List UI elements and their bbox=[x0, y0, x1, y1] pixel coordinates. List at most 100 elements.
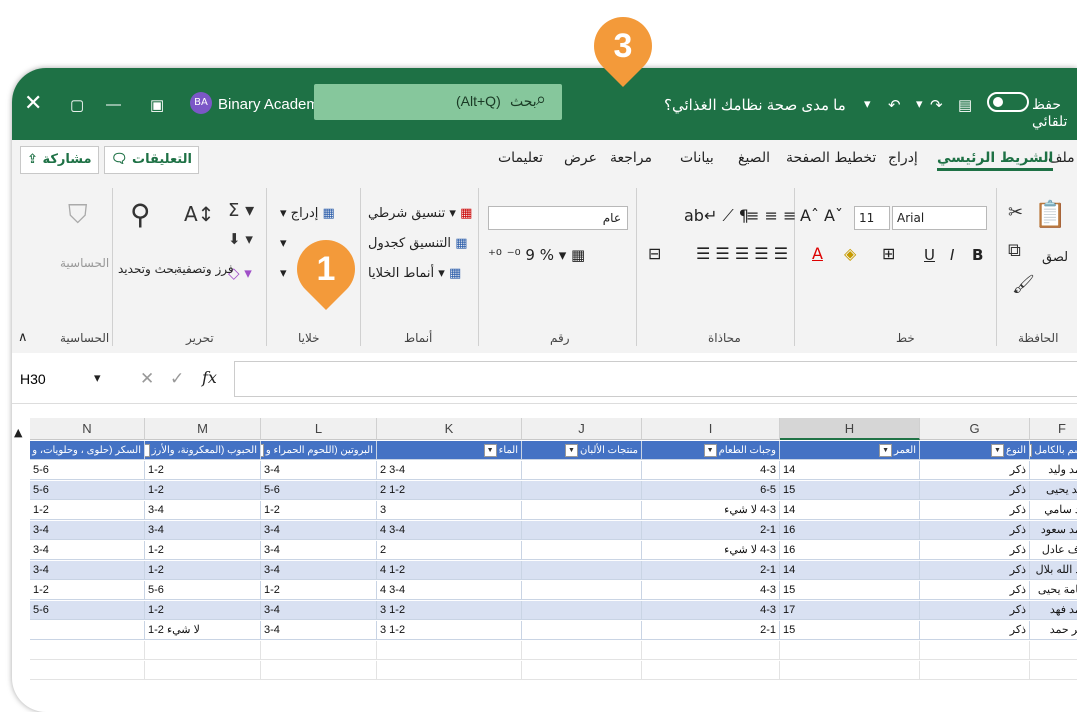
column-header-G[interactable]: G bbox=[920, 418, 1030, 440]
underline-icon[interactable]: U bbox=[924, 246, 935, 264]
table-cell[interactable]: 1-2 bbox=[30, 501, 145, 520]
table-cell[interactable]: 3 1-2 bbox=[377, 621, 522, 640]
column-header-H[interactable]: H bbox=[780, 418, 920, 440]
table-cell[interactable]: 3-4 bbox=[30, 541, 145, 560]
column-header-J[interactable]: J bbox=[522, 418, 642, 440]
sensitivity-button[interactable]: الحساسية bbox=[60, 256, 109, 270]
empty-cell[interactable] bbox=[920, 641, 1030, 660]
empty-cell[interactable] bbox=[522, 641, 642, 660]
sort-filter-icon[interactable]: A↕ bbox=[184, 202, 214, 226]
filter-dropdown-icon[interactable]: ▼ bbox=[1030, 443, 1033, 457]
table-cell[interactable]: جابر حمد bbox=[1030, 621, 1077, 640]
table-cell[interactable]: ذكر bbox=[920, 561, 1030, 580]
filter-dropdown-icon[interactable]: ▼ bbox=[991, 443, 1005, 457]
account-name[interactable]: Binary Academy bbox=[218, 96, 326, 113]
table-cell[interactable] bbox=[522, 521, 642, 540]
table-cell[interactable] bbox=[522, 581, 642, 600]
table-cell[interactable]: ذكر bbox=[920, 521, 1030, 540]
avatar[interactable]: BA bbox=[190, 92, 212, 114]
format-as-table-button[interactable]: التنسيق كجدول ▦ bbox=[368, 236, 467, 251]
table-cell[interactable]: ذكر bbox=[920, 541, 1030, 560]
table-cell[interactable]: 2 bbox=[377, 541, 522, 560]
number-format-icons[interactable]: ⁺⁰ ⁻⁰ 9 % ▾ ▦ bbox=[488, 246, 585, 264]
empty-cell[interactable] bbox=[642, 661, 780, 680]
table-cell[interactable]: 15 bbox=[780, 621, 920, 640]
table-cell[interactable]: ذكر bbox=[920, 461, 1030, 480]
table-cell[interactable]: عبد الله بلال bbox=[1030, 561, 1077, 580]
table-cell[interactable]: 5-6 bbox=[30, 461, 145, 480]
font-color-icon[interactable]: A bbox=[812, 244, 823, 263]
filter-dropdown-icon[interactable]: ▼ bbox=[703, 443, 717, 457]
comments-button[interactable]: 🗨 التعليقات bbox=[104, 146, 199, 174]
font-name-combo[interactable]: Arial bbox=[892, 206, 987, 230]
table-cell[interactable]: 3-4 bbox=[145, 521, 261, 540]
table-cell[interactable]: 3-4 bbox=[261, 621, 377, 640]
table-cell[interactable]: خالد يحيى bbox=[1030, 481, 1077, 500]
customize-qat-icon[interactable]: ▾ bbox=[864, 96, 871, 112]
bold-icon[interactable]: B bbox=[972, 246, 983, 264]
table-cell[interactable]: 4-3 bbox=[642, 461, 780, 480]
empty-cell[interactable] bbox=[145, 641, 261, 660]
find-icon[interactable]: ⚲ bbox=[130, 198, 151, 231]
format-painter-icon[interactable]: 🖌 bbox=[1012, 274, 1035, 295]
table-cell[interactable]: 5-6 bbox=[145, 581, 261, 600]
find-select-label[interactable]: بحث وتحديد bbox=[118, 262, 178, 276]
sensitivity-icon[interactable]: ⛉ bbox=[68, 200, 88, 231]
paste-icon[interactable]: 📋 bbox=[1034, 200, 1066, 230]
copy-icon[interactable]: ⧉ bbox=[1008, 240, 1021, 261]
function-icon[interactable]: fx bbox=[202, 368, 217, 387]
formula-input[interactable] bbox=[234, 361, 1077, 397]
table-cell[interactable]: 5-6 bbox=[30, 481, 145, 500]
number-format-combo[interactable]: عام bbox=[488, 206, 628, 230]
table-header-cell[interactable]: الحبوب (المعكرونة، والأرز▼ bbox=[145, 441, 261, 460]
filter-dropdown-icon[interactable]: ▼ bbox=[145, 443, 150, 457]
table-cell[interactable]: أحمد فهد bbox=[1030, 601, 1077, 620]
filter-dropdown-icon[interactable]: ▼ bbox=[879, 443, 893, 457]
delete-cells-button[interactable]: ▾ bbox=[280, 236, 287, 251]
table-cell[interactable]: 3-4 bbox=[145, 501, 261, 520]
table-cell[interactable] bbox=[522, 501, 642, 520]
table-cell[interactable]: 4 1-2 bbox=[377, 561, 522, 580]
tab-view[interactable]: عرض bbox=[564, 150, 597, 166]
table-cell[interactable] bbox=[522, 541, 642, 560]
empty-cell[interactable] bbox=[522, 661, 642, 680]
filter-dropdown-icon[interactable]: ▼ bbox=[564, 443, 578, 457]
table-cell[interactable]: 14 bbox=[780, 461, 920, 480]
table-cell[interactable]: أحمد وليد bbox=[1030, 461, 1077, 480]
column-header-L[interactable]: L bbox=[261, 418, 377, 440]
font-grow-shrink-icon[interactable]: Aˆ Aˇ bbox=[800, 206, 843, 225]
italic-icon[interactable]: I bbox=[950, 246, 954, 264]
name-box[interactable]: H30 bbox=[12, 363, 122, 395]
table-cell[interactable] bbox=[522, 481, 642, 500]
table-cell[interactable] bbox=[30, 621, 145, 640]
scroll-up-icon[interactable]: ▲ bbox=[14, 426, 22, 439]
empty-cell[interactable] bbox=[145, 661, 261, 680]
insert-cells-button[interactable]: ▾ إدراج ▦ bbox=[280, 206, 335, 221]
table-cell[interactable]: 4-3 لا شيء bbox=[642, 541, 780, 560]
table-cell[interactable]: نواف عادل bbox=[1030, 541, 1077, 560]
table-header-cell[interactable]: الماء▼ bbox=[377, 441, 522, 460]
table-cell[interactable] bbox=[522, 601, 642, 620]
table-cell[interactable]: 2-1 bbox=[642, 521, 780, 540]
table-header-cell[interactable]: منتجات الألبان▼ bbox=[522, 441, 642, 460]
empty-cell[interactable] bbox=[30, 661, 145, 680]
filter-dropdown-icon[interactable]: ▼ bbox=[483, 443, 497, 457]
align-top-icons[interactable]: ≡ ≡ ≡ bbox=[746, 206, 796, 225]
empty-cell[interactable] bbox=[377, 641, 522, 660]
table-cell[interactable]: ذكر bbox=[920, 621, 1030, 640]
table-header-cell[interactable]: الإسم بالكامل▼ bbox=[1030, 441, 1077, 460]
sort-filter-label[interactable]: فرز وتصفية bbox=[176, 262, 234, 276]
paste-label[interactable]: لصق bbox=[1042, 250, 1068, 265]
table-cell[interactable]: 17 bbox=[780, 601, 920, 620]
table-cell[interactable]: 3 bbox=[377, 501, 522, 520]
tab-page-layout[interactable]: تخطيط الصفحة bbox=[786, 150, 876, 166]
column-header-N[interactable]: N bbox=[30, 418, 145, 440]
table-cell[interactable]: 1-2 bbox=[145, 561, 261, 580]
table-header-cell[interactable]: البروتين (اللحوم الحمراء و▼ bbox=[261, 441, 377, 460]
search-box[interactable]: (Alt+Q) بحث ⌕ bbox=[314, 84, 562, 120]
empty-cell[interactable] bbox=[780, 661, 920, 680]
table-cell[interactable] bbox=[522, 621, 642, 640]
table-cell[interactable]: 2 3-4 bbox=[377, 461, 522, 480]
tab-review[interactable]: مراجعة bbox=[610, 150, 652, 166]
table-cell[interactable]: 4-3 bbox=[642, 581, 780, 600]
